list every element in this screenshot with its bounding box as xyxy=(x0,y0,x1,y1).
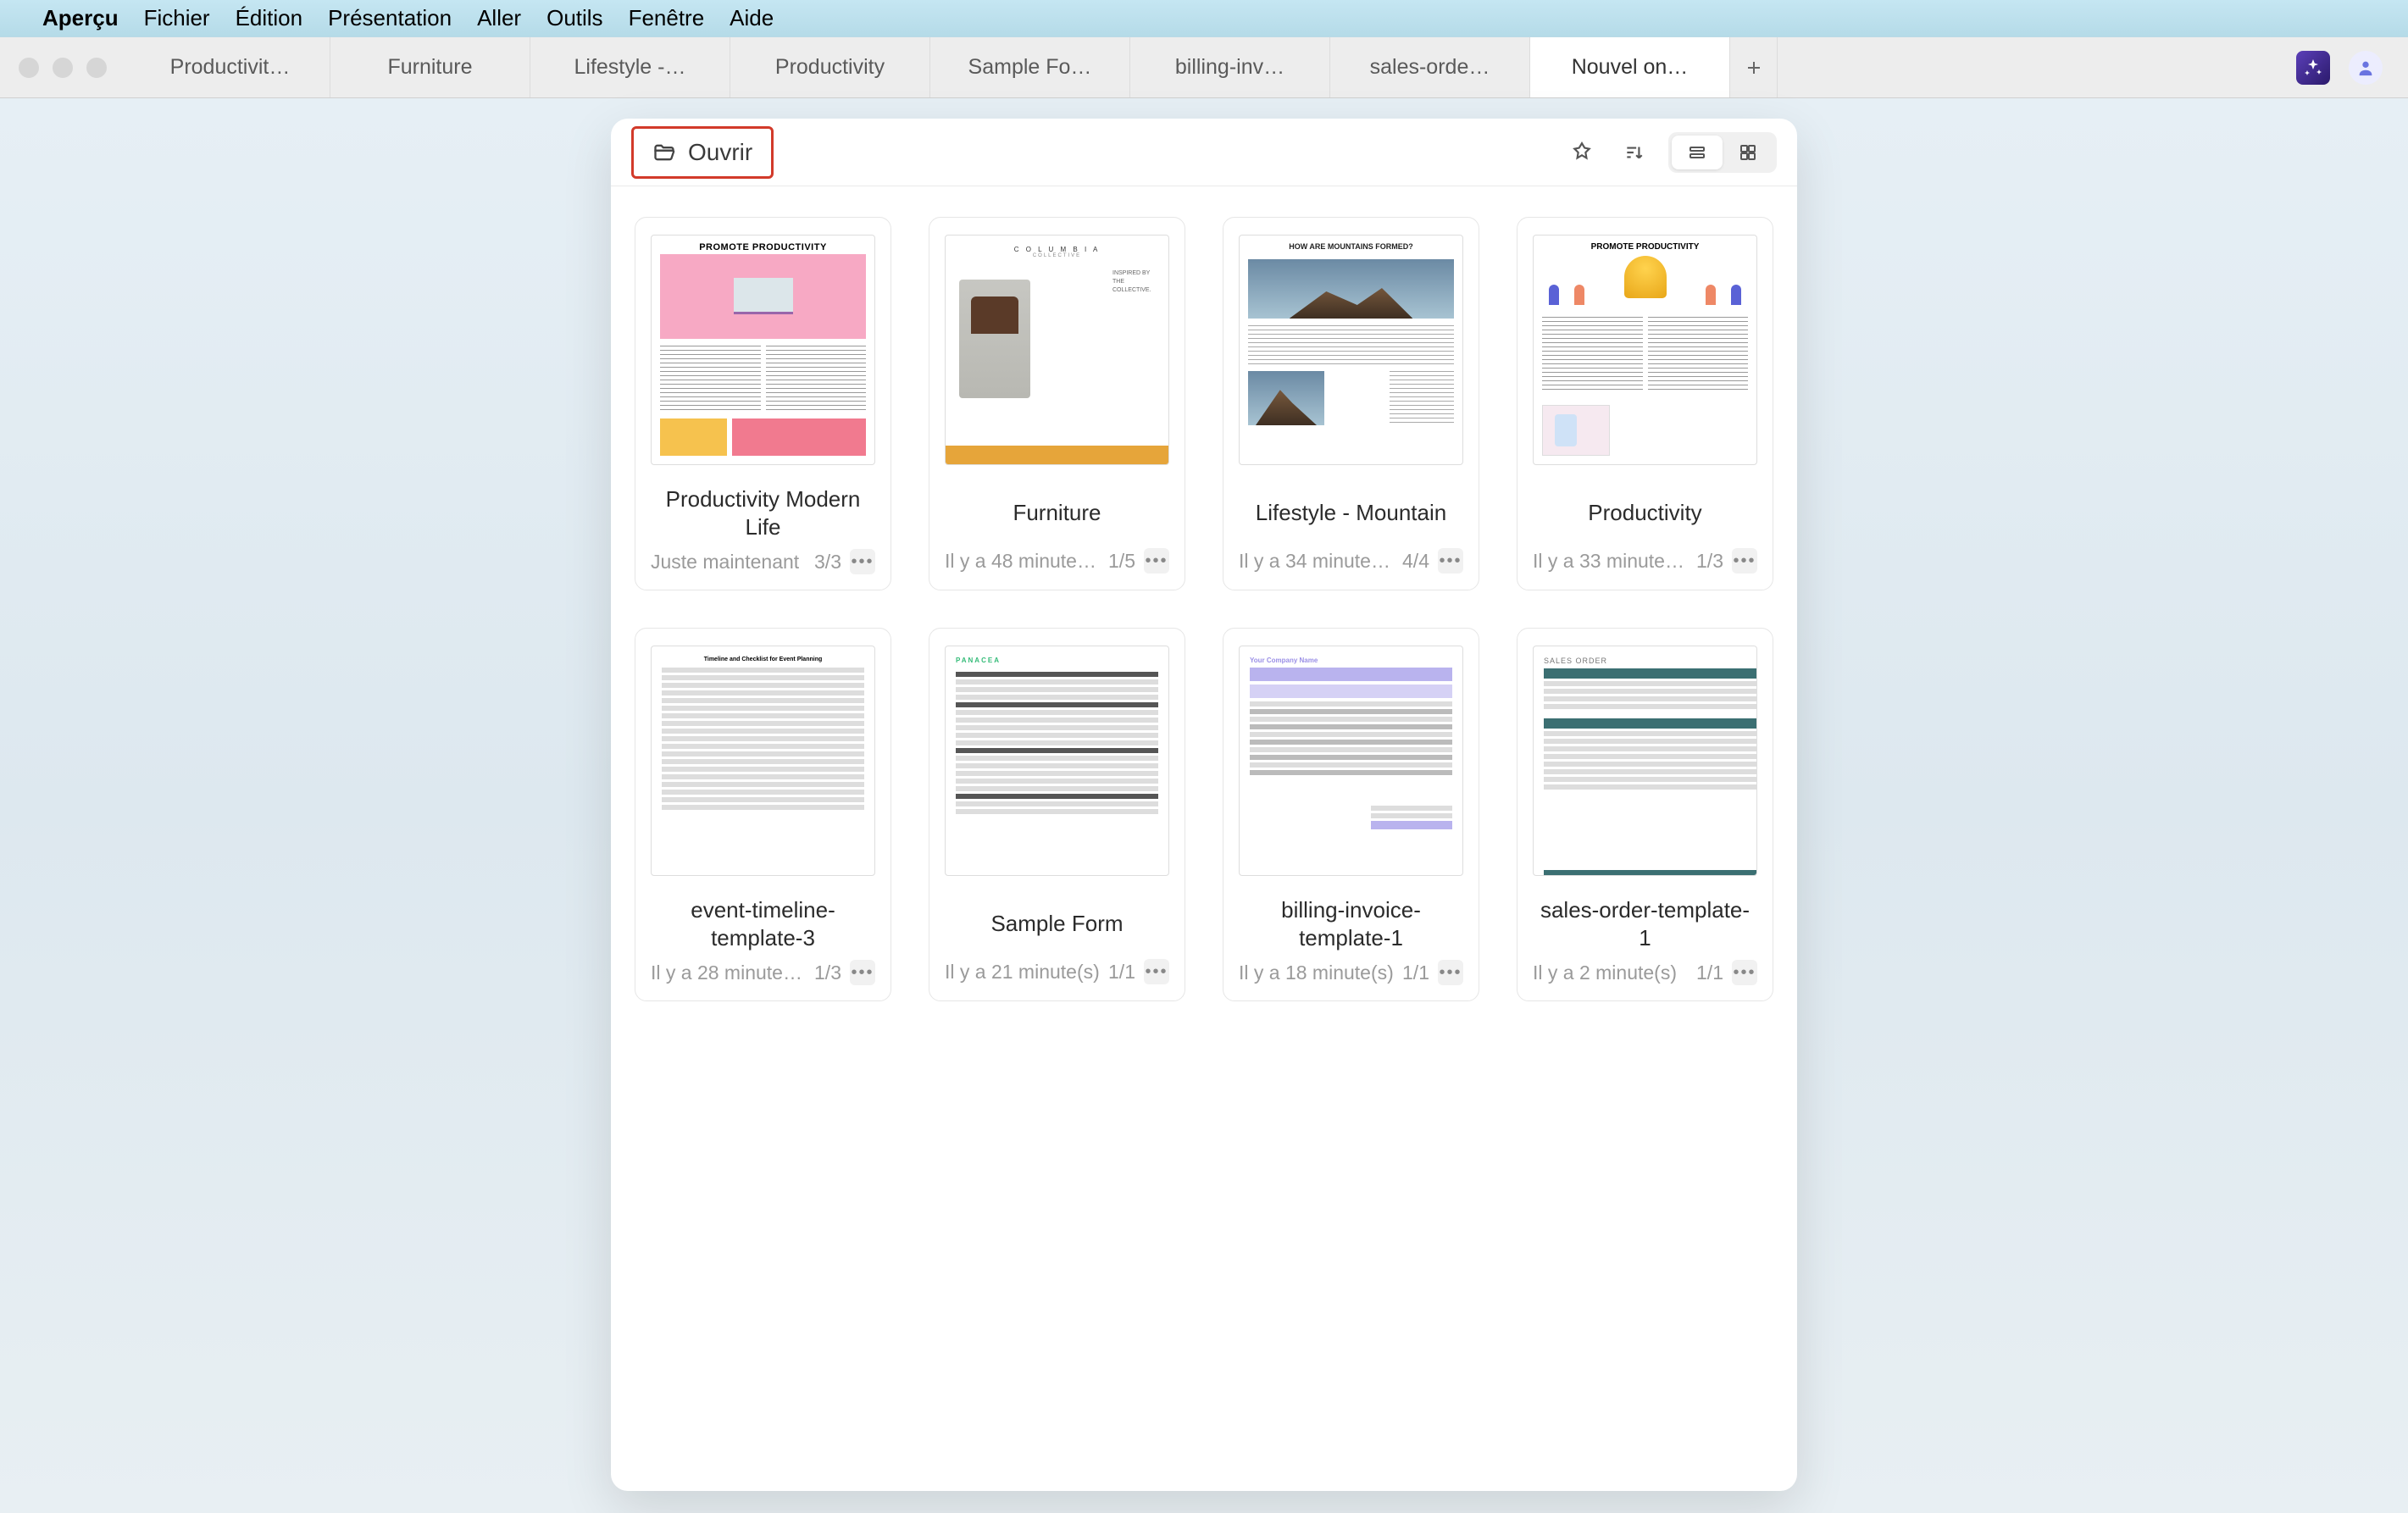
document-thumbnail: C O L U M B I A COLLECTIVE INSPIRED BY T… xyxy=(945,235,1169,465)
tab-6[interactable]: sales-orde… xyxy=(1330,37,1530,97)
document-time: Il y a 28 minute… xyxy=(651,962,806,984)
document-time: Il y a 18 minute(s) xyxy=(1239,962,1394,984)
document-more-button[interactable]: ••• xyxy=(1438,960,1463,985)
thumb-heading: Your Company Name xyxy=(1250,657,1452,664)
menu-go[interactable]: Aller xyxy=(477,5,521,31)
window-traffic-lights[interactable] xyxy=(0,37,130,97)
document-time: Il y a 2 minute(s) xyxy=(1533,962,1688,984)
close-window-icon[interactable] xyxy=(19,58,39,78)
document-card[interactable]: SALES ORDER sales-order-template-1 xyxy=(1517,628,1773,1001)
document-more-button[interactable]: ••• xyxy=(1732,960,1757,985)
menu-window[interactable]: Fenêtre xyxy=(629,5,705,31)
sort-icon[interactable] xyxy=(1616,134,1653,171)
tab-7[interactable]: Nouvel on… xyxy=(1530,37,1730,97)
document-time: Il y a 48 minute… xyxy=(945,550,1100,573)
document-pages: 1/1 xyxy=(1402,962,1429,984)
document-pages: 1/3 xyxy=(1696,550,1723,573)
document-more-button[interactable]: ••• xyxy=(850,960,875,985)
macos-menubar: Aperçu Fichier Édition Présentation Alle… xyxy=(0,0,2408,37)
thumb-heading: PROMOTE PRODUCTIVITY xyxy=(652,242,874,252)
ai-assist-icon[interactable] xyxy=(2296,51,2330,85)
document-title: Sample Form xyxy=(945,896,1169,950)
menu-help[interactable]: Aide xyxy=(730,5,774,31)
pin-icon[interactable] xyxy=(1563,134,1601,171)
document-thumbnail: Your Company Name xyxy=(1239,646,1463,876)
document-card[interactable]: PANACEA Sample Form xyxy=(929,628,1185,1001)
document-card[interactable]: HOW ARE MOUNTAINS FORMED? Lifestyle - Mo… xyxy=(1223,217,1479,590)
tabs-container: Productivit… Furniture Lifestyle -… Prod… xyxy=(130,37,2281,97)
tab-4[interactable]: Sample Fo… xyxy=(930,37,1130,97)
recents-window: Ouvrir xyxy=(611,119,1797,1491)
plus-icon xyxy=(1744,58,1764,78)
document-title: Lifestyle - Mountain xyxy=(1239,485,1463,540)
document-more-button[interactable]: ••• xyxy=(1438,548,1463,574)
tab-3[interactable]: Productivity xyxy=(730,37,930,97)
header-tools xyxy=(1563,132,1777,173)
document-thumbnail: PROMOTE PRODUCTIVITY xyxy=(651,235,875,465)
document-card[interactable]: PROMOTE PRODUCTIVITY Productivity Il y a… xyxy=(1517,217,1773,590)
tab-2[interactable]: Lifestyle -… xyxy=(530,37,730,97)
document-card[interactable]: C O L U M B I A COLLECTIVE INSPIRED BY T… xyxy=(929,217,1185,590)
document-thumbnail: PROMOTE PRODUCTIVITY xyxy=(1533,235,1757,465)
document-thumbnail: HOW ARE MOUNTAINS FORMED? xyxy=(1239,235,1463,465)
document-time: Il y a 33 minute… xyxy=(1533,550,1688,573)
document-title: Productivity xyxy=(1533,485,1757,540)
document-more-button[interactable]: ••• xyxy=(1144,959,1169,984)
thumb-side: INSPIRED BY THE COLLECTIVE. xyxy=(1112,269,1163,294)
document-pages: 3/3 xyxy=(814,551,841,574)
document-card[interactable]: PROMOTE PRODUCTIVITY Productivity Modern… xyxy=(635,217,891,590)
document-pages: 4/4 xyxy=(1402,550,1429,573)
document-pages: 1/3 xyxy=(814,962,841,984)
document-title: billing-invoice-template-1 xyxy=(1239,896,1463,951)
document-more-button[interactable]: ••• xyxy=(1732,548,1757,574)
document-thumbnail: SALES ORDER xyxy=(1533,646,1757,876)
document-thumbnail: PANACEA xyxy=(945,646,1169,876)
tab-1[interactable]: Furniture xyxy=(330,37,530,97)
toolbar-right xyxy=(2281,37,2408,97)
view-mode-toggle xyxy=(1668,132,1777,173)
thumb-sub: COLLECTIVE xyxy=(946,253,1168,258)
document-card[interactable]: Timeline and Checklist for Event Plannin… xyxy=(635,628,891,1001)
thumb-heading: PANACEA xyxy=(956,657,1158,664)
document-title: Productivity Modern Life xyxy=(651,485,875,540)
view-grid-button[interactable] xyxy=(1723,136,1773,169)
document-more-button[interactable]: ••• xyxy=(1144,548,1169,574)
thumb-heading: SALES ORDER xyxy=(1544,657,1757,665)
document-time: Juste maintenant xyxy=(651,551,806,574)
document-pages: 1/1 xyxy=(1696,962,1723,984)
document-time: Il y a 21 minute(s) xyxy=(945,961,1100,984)
document-title: Furniture xyxy=(945,485,1169,540)
view-list-button[interactable] xyxy=(1672,136,1723,169)
minimize-window-icon[interactable] xyxy=(53,58,73,78)
document-pages: 1/1 xyxy=(1108,961,1135,984)
app-menu[interactable]: Aperçu xyxy=(42,5,119,31)
folder-open-icon xyxy=(652,141,676,164)
document-title: sales-order-template-1 xyxy=(1533,896,1757,951)
menu-view[interactable]: Présentation xyxy=(328,5,452,31)
thumb-heading: Timeline and Checklist for Event Plannin… xyxy=(662,657,864,662)
document-more-button[interactable]: ••• xyxy=(850,549,875,574)
menu-file[interactable]: Fichier xyxy=(144,5,210,31)
thumb-heading: HOW ARE MOUNTAINS FORMED? xyxy=(1240,242,1462,251)
app-tabbar: Productivit… Furniture Lifestyle -… Prod… xyxy=(0,37,2408,98)
thumb-heading: C O L U M B I A xyxy=(946,241,1168,253)
document-time: Il y a 34 minute… xyxy=(1239,550,1394,573)
document-title: event-timeline-template-3 xyxy=(651,896,875,951)
zoom-window-icon[interactable] xyxy=(86,58,107,78)
tab-0[interactable]: Productivit… xyxy=(130,37,330,97)
menu-edit[interactable]: Édition xyxy=(236,5,303,31)
window-header: Ouvrir xyxy=(611,119,1797,186)
documents-grid: PROMOTE PRODUCTIVITY Productivity Modern… xyxy=(611,186,1797,1491)
tab-5[interactable]: billing-inv… xyxy=(1130,37,1330,97)
desktop-background: Ouvrir xyxy=(0,98,2408,1513)
thumb-heading: PROMOTE PRODUCTIVITY xyxy=(1534,242,1756,252)
document-card[interactable]: Your Company Name billin xyxy=(1223,628,1479,1001)
menu-tools[interactable]: Outils xyxy=(547,5,602,31)
document-thumbnail: Timeline and Checklist for Event Plannin… xyxy=(651,646,875,876)
new-tab-button[interactable] xyxy=(1730,37,1778,97)
open-button-label: Ouvrir xyxy=(688,139,752,166)
document-pages: 1/5 xyxy=(1108,550,1135,573)
open-button[interactable]: Ouvrir xyxy=(631,126,774,179)
user-account-icon[interactable] xyxy=(2349,51,2383,85)
